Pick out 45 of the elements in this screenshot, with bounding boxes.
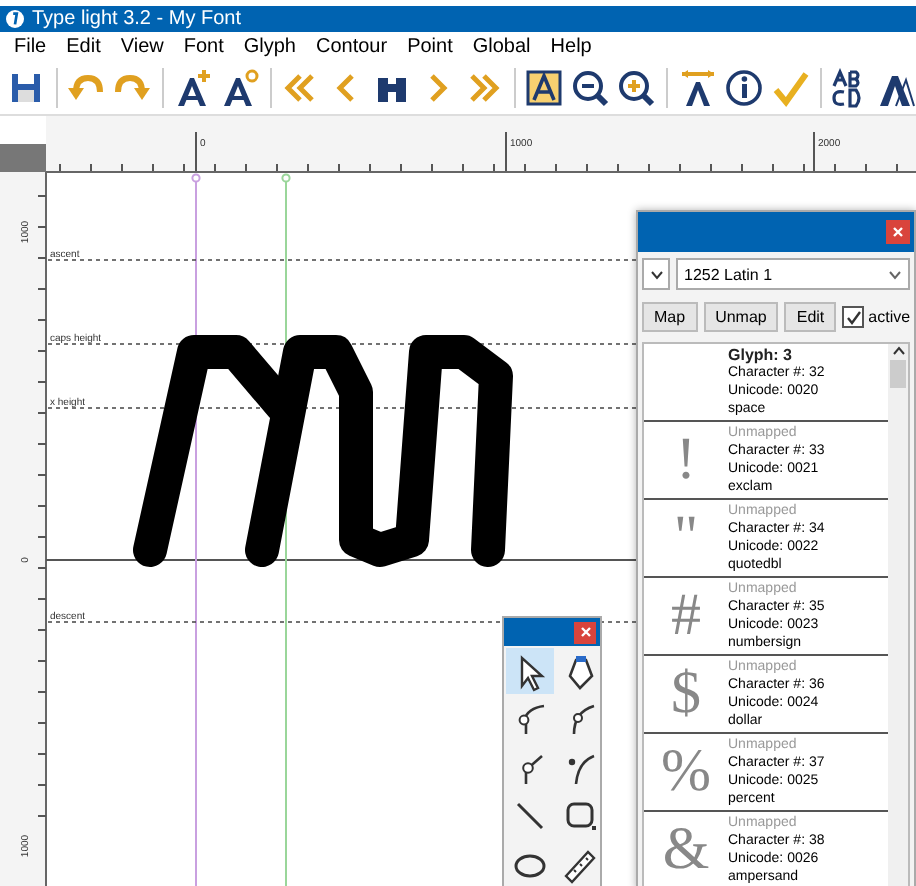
window-title: Type light 3.2 - My Font bbox=[32, 8, 241, 31]
glyph-preview: % bbox=[661, 738, 711, 806]
glyph-preview: & bbox=[662, 816, 710, 884]
checkmark-icon[interactable] bbox=[769, 68, 810, 108]
tool-button[interactable] bbox=[506, 648, 554, 694]
font-properties-icon[interactable] bbox=[219, 68, 260, 108]
scrollbar-thumb[interactable] bbox=[890, 360, 906, 388]
scroll-up-icon[interactable] bbox=[891, 344, 905, 356]
info-icon[interactable] bbox=[723, 68, 764, 108]
menu-item[interactable]: Edit bbox=[56, 36, 111, 59]
close-button[interactable] bbox=[574, 621, 596, 643]
save-icon[interactable] bbox=[6, 68, 46, 108]
close-button[interactable] bbox=[886, 220, 910, 244]
caret-icon bbox=[888, 269, 902, 279]
zoom-in-icon[interactable] bbox=[616, 68, 657, 108]
menu-item[interactable]: View bbox=[110, 36, 174, 59]
close-icon bbox=[892, 226, 904, 238]
menu-item[interactable]: Contour bbox=[306, 36, 398, 59]
menu-item[interactable]: Glyph bbox=[233, 36, 306, 59]
panel-button[interactable]: Edit bbox=[784, 302, 837, 332]
menu-item[interactable]: Point bbox=[397, 36, 463, 59]
glyph-drawing[interactable] bbox=[133, 335, 513, 567]
checkbox-label: active bbox=[868, 308, 911, 326]
glyph-preview: $ bbox=[671, 660, 701, 728]
panel-button[interactable]: Unmap bbox=[703, 302, 779, 332]
glyph-preview: " bbox=[673, 504, 699, 572]
zoom-out-icon[interactable] bbox=[570, 68, 611, 108]
caret-icon bbox=[649, 269, 663, 279]
dropdown-button[interactable] bbox=[642, 258, 670, 290]
menu-item[interactable]: File bbox=[4, 36, 57, 59]
scrollbar[interactable] bbox=[888, 344, 908, 886]
ruler-corner bbox=[0, 144, 46, 172]
menu-item[interactable]: Font bbox=[173, 36, 234, 59]
close-icon bbox=[579, 626, 591, 638]
glyph-status: Glyph: 3 bbox=[728, 346, 795, 364]
active-checkbox[interactable] bbox=[842, 306, 865, 328]
glyph-preview: # bbox=[671, 582, 701, 650]
glyph-width-icon[interactable] bbox=[677, 68, 718, 108]
menu-item[interactable]: Help bbox=[540, 36, 602, 59]
panel-button[interactable]: Map bbox=[642, 302, 698, 332]
glyph-frame-icon[interactable] bbox=[524, 68, 565, 108]
add-font-icon[interactable] bbox=[173, 68, 214, 108]
glyph-preview: ! bbox=[676, 426, 696, 494]
menu-item[interactable]: Global bbox=[462, 36, 541, 59]
codepage-dropdown[interactable]: 1252 Latin 1 bbox=[676, 258, 910, 290]
